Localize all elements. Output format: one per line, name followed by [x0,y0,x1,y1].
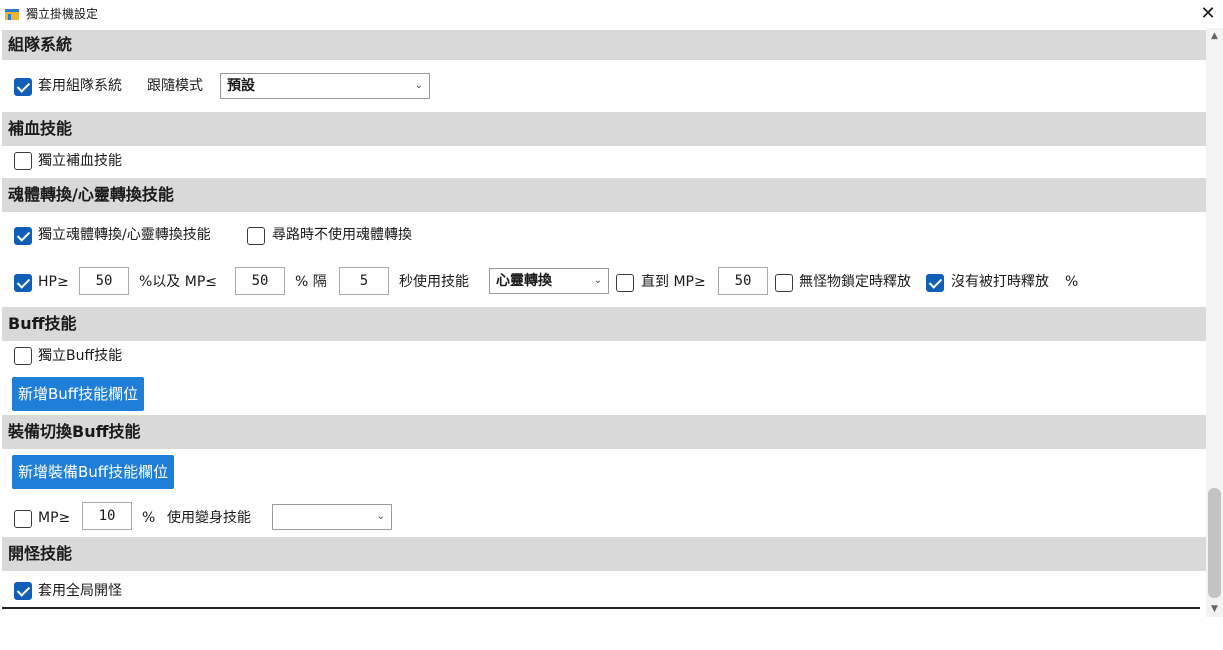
not-hit-label: 沒有被打時釋放 [951,274,1049,290]
soul-row-1: 獨立魂體轉換/心靈轉換技能 尋路時不使用魂體轉換 [2,216,1206,256]
soul-row-2: HP≥ 50 %以及 MP≤ 50 % 隔 5 秒使用技能 心靈轉換 ⌄ 直到 … [2,262,1206,302]
scroll-up-icon[interactable]: ▲ [1206,28,1223,44]
no-pathfind-label: 尋路時不使用魂體轉換 [272,227,412,243]
hp-input[interactable]: 50 [79,267,129,295]
section-header-buff: Buff技能 [2,307,1206,341]
equip-mp-row: MP≥ 10 % 使用變身技能 ⌄ [2,498,1206,538]
transform-skill-select[interactable]: ⌄ [272,504,392,530]
independent-heal-label: 獨立補血技能 [38,153,122,169]
interval-label: % 隔 [295,274,327,290]
equip-percent-label: % [142,510,156,526]
interval-input[interactable]: 5 [339,267,389,295]
mp-input[interactable]: 50 [235,267,285,295]
follow-mode-select[interactable]: 預設 ⌄ [220,73,430,99]
party-row: 套用組隊系統 跟隨模式 預設 ⌄ [2,66,1206,106]
independent-buff-label: 獨立Buff技能 [38,348,123,364]
close-button[interactable]: ✕ [1196,2,1220,26]
global-opening-checkbox[interactable] [14,582,32,600]
bottom-divider [2,607,1200,609]
section-header-soul: 魂體轉換/心靈轉換技能 [2,178,1206,212]
section-header-party: 組隊系統 [2,30,1206,60]
follow-mode-label: 跟隨模式 [147,78,203,94]
hp-label: HP≥ [38,274,69,290]
soul-skill-select[interactable]: 心靈轉換 ⌄ [489,268,609,294]
no-pathfind-checkbox[interactable] [247,227,265,245]
close-icon: ✕ [1200,3,1216,24]
section-header-opening: 開怪技能 [2,537,1206,571]
use-party-label: 套用組隊系統 [38,78,122,94]
soul-skill-value: 心靈轉換 [496,273,552,289]
equip-mp-label: MP≥ [38,510,71,526]
chevron-down-icon: ⌄ [593,275,602,286]
use-party-checkbox[interactable] [14,78,32,96]
percent-label: % [1065,274,1079,290]
use-skill-label: 秒使用技能 [399,274,469,290]
buff-row: 獨立Buff技能 [2,341,1206,373]
scrollbar-thumb[interactable] [1208,488,1221,598]
add-buff-slot-button[interactable]: 新增Buff技能欄位 [12,377,145,411]
heal-row: 獨立補血技能 [2,146,1206,178]
until-mp-input[interactable]: 50 [718,267,768,295]
until-mp-checkbox[interactable] [616,274,634,292]
no-lock-checkbox[interactable] [775,274,793,292]
settings-panel: 組隊系統 套用組隊系統 跟隨模式 預設 ⌄ 補血技能 獨立補血技能 魂體轉換/心… [2,28,1206,611]
equip-mp-input[interactable]: 10 [82,502,132,530]
global-opening-label: 套用全局開怪 [38,583,122,599]
equip-mp-checkbox[interactable] [14,510,32,528]
section-header-heal: 補血技能 [2,112,1206,146]
section-header-equip-buff: 裝備切換Buff技能 [2,415,1206,449]
vertical-scrollbar[interactable]: ▲ ▼ [1206,28,1223,617]
independent-buff-checkbox[interactable] [14,347,32,365]
add-equip-buff-slot-button[interactable]: 新增裝備Buff技能欄位 [12,455,175,489]
app-icon [5,9,19,20]
not-hit-checkbox[interactable] [926,274,944,292]
scroll-down-icon[interactable]: ▼ [1206,601,1223,617]
follow-mode-value: 預設 [227,78,255,94]
mp-label: %以及 MP≤ [139,274,218,290]
until-mp-label: 直到 MP≥ [641,274,706,290]
independent-heal-checkbox[interactable] [14,152,32,170]
hp-checkbox[interactable] [14,274,32,292]
chevron-down-icon: ⌄ [414,80,423,91]
chevron-down-icon: ⌄ [376,511,385,522]
window-title: 獨立掛機設定 [26,7,99,21]
no-lock-label: 無怪物鎖定時釋放 [799,274,911,290]
title-bar: 獨立掛機設定 ✕ [0,0,1223,28]
independent-soul-label: 獨立魂體轉換/心靈轉換技能 [38,227,211,243]
transform-label: 使用變身技能 [167,510,251,526]
opening-row: 套用全局開怪 [2,573,1206,607]
independent-soul-checkbox[interactable] [14,227,32,245]
